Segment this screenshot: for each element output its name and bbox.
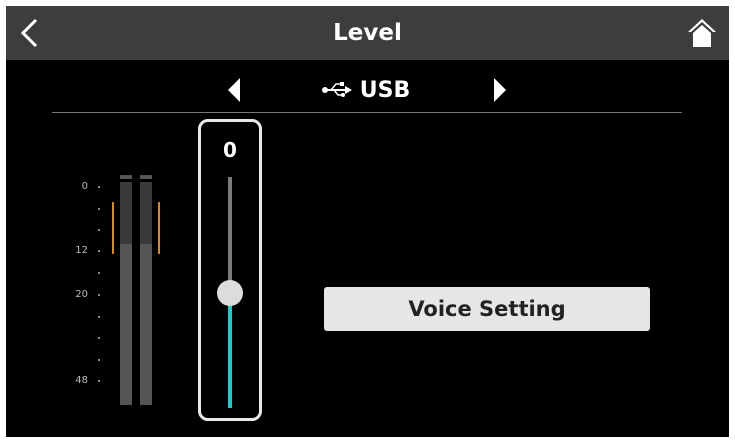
source-label: USB	[359, 77, 411, 103]
source-next-button[interactable]	[490, 76, 510, 104]
voice-setting-button[interactable]: Voice Setting	[324, 287, 650, 331]
scale-tick	[98, 359, 100, 361]
fader-knob[interactable]	[217, 280, 243, 306]
meter-fill-right	[140, 244, 152, 405]
scale-tick	[98, 208, 100, 210]
level-fader[interactable]: 0	[198, 119, 262, 421]
page-title: Level	[333, 20, 402, 46]
level-screen: Level USB 0 12 20 48 0 Voice Setting	[6, 6, 729, 437]
meter-bar-right	[140, 182, 152, 405]
scale-label-20: 20	[75, 289, 88, 300]
fader-value: 0	[223, 138, 237, 162]
scale-tick	[98, 272, 100, 274]
chevron-left-icon	[20, 18, 38, 48]
scale-tick	[98, 250, 100, 252]
meter-fill-left	[120, 244, 132, 405]
peak-indicator-left	[112, 202, 114, 254]
scale-label-48: 48	[75, 375, 88, 386]
scale-tick	[98, 294, 100, 296]
divider	[52, 112, 682, 113]
scale-tick	[98, 316, 100, 318]
home-button[interactable]	[685, 16, 719, 50]
source-selector: USB	[296, 70, 436, 110]
triangle-right-icon	[494, 78, 506, 102]
home-icon	[688, 19, 716, 47]
source-prev-button[interactable]	[224, 76, 244, 104]
usb-icon	[321, 82, 352, 97]
fader-track	[228, 177, 232, 293]
title-bar: Level	[6, 6, 729, 60]
scale-tick	[98, 229, 100, 231]
meter-bar-left	[120, 182, 132, 405]
scale-tick	[98, 186, 100, 188]
triangle-left-icon	[228, 78, 240, 102]
meter-cap-right	[140, 175, 152, 179]
scale-label-12: 12	[75, 245, 88, 256]
scale-label-0: 0	[81, 181, 88, 192]
peak-indicator-right	[158, 202, 160, 254]
back-button[interactable]	[14, 16, 48, 50]
fader-fill	[228, 293, 232, 408]
scale-tick	[98, 337, 100, 339]
meter-cap-left	[120, 175, 132, 179]
scale-tick	[98, 380, 100, 382]
